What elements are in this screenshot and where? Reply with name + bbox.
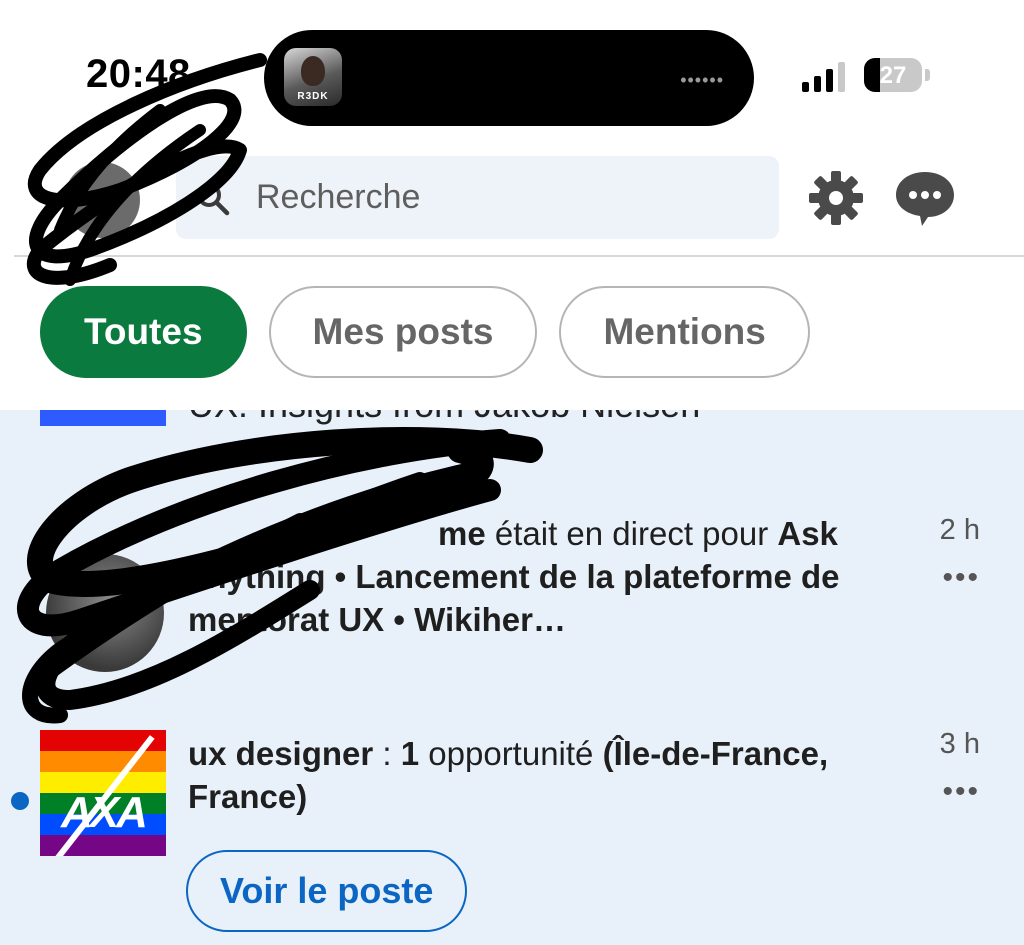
view-post-button[interactable]: Voir le poste [186, 850, 468, 932]
gear-icon[interactable] [806, 168, 866, 228]
app-header: Recherche [0, 140, 1024, 256]
more-options-icon[interactable]: ••• [942, 563, 980, 593]
messaging-icon[interactable] [892, 168, 958, 230]
logo-mark: AXA [61, 788, 148, 837]
notification-item[interactable]: me était en direct pour Ask anything • L… [0, 514, 1024, 734]
filter-my-posts[interactable]: Mes posts [268, 286, 538, 378]
more-options-icon[interactable]: ••• [942, 777, 980, 807]
search-input[interactable]: Recherche [176, 156, 779, 239]
header-divider [14, 255, 1024, 257]
profile-avatar[interactable] [64, 162, 140, 238]
notification-filters: Toutes Mes posts Mentions [40, 286, 810, 378]
notification-list: UX: Insights from Jakob Nielsen me était… [0, 410, 1024, 945]
notification-time: 3 h [939, 728, 980, 760]
battery-cap [925, 69, 930, 81]
partial-item-text: UX: Insights from Jakob Nielsen [188, 410, 700, 426]
cellular-signal-icon [802, 60, 845, 92]
notification-avatar [46, 554, 164, 672]
filter-all[interactable]: Toutes [40, 286, 247, 378]
dynamic-island[interactable]: R3DK •••••• [264, 30, 754, 126]
notification-text: ux designer : 1 opportunité (Île-de-Fran… [188, 735, 829, 815]
battery-level: 27 [879, 62, 907, 89]
audio-wave-icon: •••••• [680, 70, 724, 90]
partial-item-logo [40, 410, 166, 426]
now-playing-artwork: R3DK [284, 48, 342, 106]
battery-icon: 27 [864, 58, 922, 92]
status-bar: 20:48 R3DK •••••• 27 [0, 0, 1024, 130]
filter-mentions[interactable]: Mentions [559, 286, 810, 378]
notification-text: me était en direct pour Ask anything • L… [188, 515, 840, 638]
company-logo: AXA [40, 730, 166, 856]
artwork-tag: R3DK [297, 91, 329, 102]
search-icon [197, 183, 230, 216]
notification-item[interactable]: AXA ux designer : 1 opportunité (Île-de-… [0, 728, 1024, 945]
unread-indicator [11, 792, 29, 810]
search-placeholder: Recherche [256, 178, 421, 216]
status-time: 20:48 [86, 52, 191, 96]
notification-time: 2 h [939, 514, 980, 546]
